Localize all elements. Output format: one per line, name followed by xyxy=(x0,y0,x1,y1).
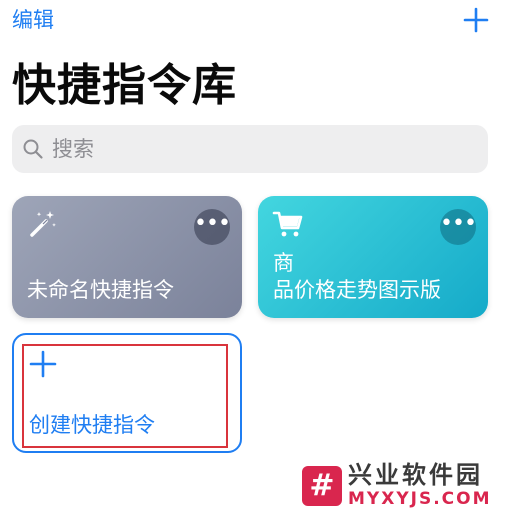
plus-icon xyxy=(463,7,489,33)
search-bar[interactable]: 搜索 xyxy=(12,125,488,173)
page-title: 快捷指令库 xyxy=(12,60,237,111)
watermark-logo: # xyxy=(302,466,342,506)
shortcut-title: 未命名快捷指令 xyxy=(27,278,174,302)
ellipsis-icon: ••• xyxy=(194,211,231,236)
watermark: # 兴业软件园 MYXYJS.COM xyxy=(302,461,502,512)
more-options-button[interactable]: ••• xyxy=(440,209,477,245)
shopping-cart-icon xyxy=(272,211,303,237)
watermark-url: MYXYJS.COM xyxy=(348,489,492,509)
add-shortcut-button[interactable] xyxy=(460,4,492,36)
hash-icon: # xyxy=(309,468,335,503)
shortcut-title-line2: 品价格走势图示版 xyxy=(273,278,441,302)
magic-wand-icon xyxy=(30,211,56,237)
search-input[interactable]: 搜索 xyxy=(52,125,94,173)
more-options-button[interactable]: ••• xyxy=(194,209,231,245)
shortcut-title: 商 品价格走势图示版 xyxy=(273,250,476,304)
highlight-annotation xyxy=(22,344,228,448)
search-icon xyxy=(23,139,43,159)
watermark-name: 兴业软件园 xyxy=(348,461,483,489)
shortcut-card-untitled[interactable]: ••• 未命名快捷指令 xyxy=(12,196,242,318)
shortcut-title-line1: 商 xyxy=(273,251,294,275)
shortcut-card-price-chart[interactable]: ••• 商 品价格走势图示版 xyxy=(258,196,488,318)
ellipsis-icon: ••• xyxy=(440,211,477,236)
edit-link[interactable]: 编辑 xyxy=(12,6,54,34)
